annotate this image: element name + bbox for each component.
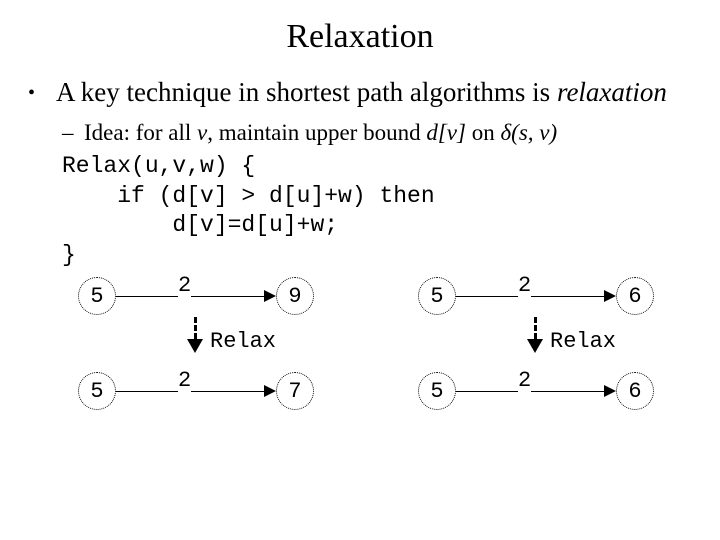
sub-v1: v <box>197 120 207 145</box>
node-tl-v: 9 <box>276 277 314 315</box>
node-tr-u: 5 <box>418 277 456 315</box>
code-l1: Relax(u,v,w) { <box>62 153 255 179</box>
node-br-u: 5 <box>418 372 456 410</box>
relax-dash-l <box>194 317 197 339</box>
bullet-text: A key technique in shortest path algorit… <box>56 76 692 110</box>
arrow-bl <box>264 385 276 397</box>
weight-bl: 2 <box>178 368 191 393</box>
bullet-prefix: A key technique in shortest path algorit… <box>56 77 557 107</box>
arrow-tl <box>264 290 276 302</box>
relax-dash-r <box>534 317 537 339</box>
sub-p2: , maintain upper bound <box>207 120 426 145</box>
sub-p3: on <box>466 120 501 145</box>
code-block: Relax(u,v,w) { if (d[v] > d[u]+w) then d… <box>62 152 692 272</box>
bullet-dot: • <box>28 76 56 106</box>
relax-arrow-r <box>527 339 543 353</box>
arrow-br <box>604 385 616 397</box>
weight-tr: 2 <box>518 273 531 298</box>
arrow-tr <box>604 290 616 302</box>
code-l2: if (d[v] > d[u]+w) then <box>62 183 435 209</box>
sub-v2: d[v] <box>426 120 466 145</box>
weight-br: 2 <box>518 368 531 393</box>
sub-text: Idea: for all v, maintain upper bound d[… <box>84 118 557 148</box>
relax-label-r: Relax <box>550 329 616 354</box>
content-area: • A key technique in shortest path algor… <box>0 76 720 447</box>
node-bl-u: 5 <box>78 372 116 410</box>
node-tl-u: 5 <box>78 277 116 315</box>
diagram: 5 2 9 5 2 6 Relax Relax 5 2 7 5 2 6 <box>58 277 718 447</box>
relax-arrow-l <box>187 339 203 353</box>
code-l4: } <box>62 242 76 268</box>
main-bullet: • A key technique in shortest path algor… <box>28 76 692 110</box>
sub-bullet: – Idea: for all v, maintain upper bound … <box>62 118 692 148</box>
code-l3: d[v]=d[u]+w; <box>62 212 338 238</box>
sub-p1: Idea: for all <box>84 120 197 145</box>
relax-label-l: Relax <box>210 329 276 354</box>
sub-v3: δ(s, v) <box>500 120 557 145</box>
bullet-italic: relaxation <box>557 77 667 107</box>
node-br-v: 6 <box>616 372 654 410</box>
sub-dash: – <box>62 118 84 148</box>
node-bl-v: 7 <box>276 372 314 410</box>
weight-tl: 2 <box>178 273 191 298</box>
node-tr-v: 6 <box>616 277 654 315</box>
page-title: Relaxation <box>0 0 720 76</box>
